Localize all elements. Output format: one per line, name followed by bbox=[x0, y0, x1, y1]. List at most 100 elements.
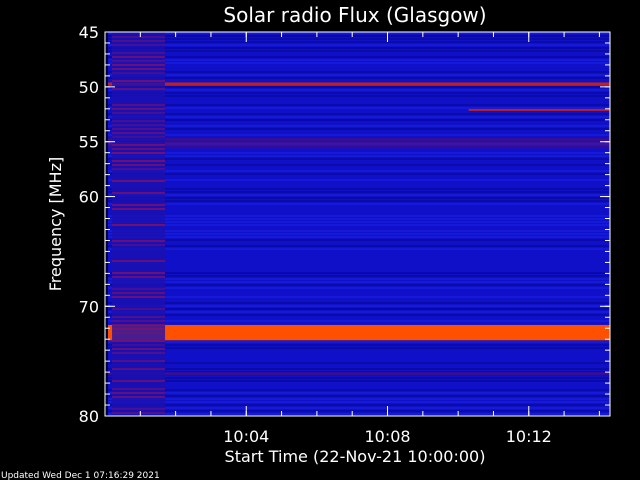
texture-stripe bbox=[105, 71, 610, 73]
noisy-region-stripe bbox=[112, 316, 166, 318]
noisy-region-stripe bbox=[112, 36, 166, 38]
band-dot bbox=[325, 82, 328, 86]
band-1 bbox=[105, 324, 610, 341]
texture-stripe bbox=[105, 287, 610, 289]
texture-stripe bbox=[105, 308, 610, 310]
noisy-region-stripe bbox=[112, 52, 166, 54]
band-dot bbox=[173, 82, 176, 86]
noisy-region-stripe bbox=[112, 296, 166, 298]
noisy-region-stripe bbox=[112, 360, 166, 362]
texture-stripe bbox=[105, 239, 610, 241]
noisy-region-stripe bbox=[112, 380, 166, 382]
band-dot bbox=[285, 82, 288, 86]
noisy-region-stripe bbox=[112, 64, 166, 66]
noisy-region-stripe bbox=[112, 208, 166, 210]
texture-stripe bbox=[105, 221, 610, 223]
texture-stripe bbox=[105, 284, 610, 286]
noisy-region-stripe bbox=[112, 272, 166, 274]
band-dot bbox=[277, 82, 280, 86]
noisy-region-stripe bbox=[112, 164, 166, 166]
texture-stripe bbox=[105, 218, 610, 220]
band-dot bbox=[357, 82, 360, 86]
band-dot bbox=[333, 82, 336, 86]
y-tick-label: 80 bbox=[79, 407, 99, 426]
texture-stripe bbox=[105, 89, 610, 91]
noisy-region-stripe bbox=[112, 112, 166, 114]
band-dot bbox=[413, 82, 416, 86]
noisy-region-stripe bbox=[112, 308, 166, 310]
texture-stripe bbox=[105, 311, 610, 313]
noisy-region bbox=[112, 32, 166, 416]
noisy-region-stripe bbox=[112, 204, 166, 206]
texture-stripe bbox=[105, 314, 610, 316]
texture-stripe bbox=[105, 44, 610, 46]
noisy-region-stripe bbox=[112, 224, 166, 226]
noisy-region-stripe bbox=[112, 72, 166, 74]
y-tick-label: 55 bbox=[79, 133, 99, 152]
band-dot bbox=[365, 82, 368, 86]
texture-stripe bbox=[105, 362, 610, 364]
texture-stripe bbox=[105, 341, 610, 343]
texture-stripe bbox=[105, 230, 610, 232]
noisy-region-stripe bbox=[112, 108, 166, 110]
band-dot bbox=[469, 82, 472, 86]
noisy-region-stripe bbox=[112, 160, 166, 162]
band-dot bbox=[477, 82, 480, 86]
noisy-region-stripe bbox=[112, 120, 166, 122]
texture-stripe bbox=[105, 281, 610, 283]
x-axis-label: Start Time (22-Nov-21 10:00:00) bbox=[225, 447, 486, 466]
texture-stripe bbox=[105, 347, 610, 349]
texture-stripe bbox=[105, 86, 610, 88]
texture-stripe bbox=[105, 410, 610, 412]
noisy-region-stripe bbox=[112, 388, 166, 390]
texture-stripe bbox=[105, 380, 610, 382]
noisy-region-stripe bbox=[112, 132, 166, 134]
noisy-region-stripe bbox=[112, 168, 166, 170]
texture-stripe bbox=[105, 377, 610, 379]
noisy-region-stripe bbox=[112, 68, 166, 70]
texture-stripe bbox=[105, 200, 610, 202]
band-dot bbox=[525, 82, 528, 86]
noisy-region-stripe bbox=[112, 44, 166, 46]
spectrogram-chart: Solar radio Flux (Glasgow) 455055607080 … bbox=[1, 3, 611, 480]
band-dot bbox=[461, 82, 464, 86]
texture-stripe bbox=[105, 188, 610, 190]
texture-stripe bbox=[105, 38, 610, 40]
band-dot bbox=[589, 82, 592, 86]
texture-stripe bbox=[105, 224, 610, 226]
texture-stripe bbox=[105, 134, 610, 136]
texture-stripe bbox=[105, 302, 610, 304]
band-dot bbox=[301, 82, 304, 86]
band-dot bbox=[245, 82, 248, 86]
band-dot bbox=[493, 82, 496, 86]
band-dot bbox=[221, 82, 224, 86]
texture-stripe bbox=[105, 401, 610, 403]
band-dot bbox=[485, 82, 488, 86]
band-dot bbox=[205, 82, 208, 86]
band-dot bbox=[421, 82, 424, 86]
band-dot bbox=[501, 82, 504, 86]
band-dot bbox=[381, 82, 384, 86]
noisy-region-stripe bbox=[112, 56, 166, 58]
noisy-region-stripe bbox=[112, 88, 166, 90]
texture-stripe bbox=[105, 125, 610, 127]
band-dot bbox=[557, 82, 560, 86]
y-tick-label: 70 bbox=[79, 297, 99, 316]
band-dot bbox=[237, 82, 240, 86]
noisy-region-stripe bbox=[112, 412, 166, 414]
band-dot bbox=[517, 82, 520, 86]
y-tick-label: 50 bbox=[79, 78, 99, 97]
texture-stripe bbox=[105, 77, 610, 79]
noisy-region-stripe bbox=[112, 124, 166, 126]
texture-stripe bbox=[105, 296, 610, 298]
noisy-region-stripe bbox=[112, 408, 166, 410]
texture-stripe bbox=[105, 305, 610, 307]
texture-stripe bbox=[105, 404, 610, 406]
band-dot bbox=[581, 82, 584, 86]
band-dot bbox=[165, 82, 168, 86]
y-tick-label: 60 bbox=[79, 188, 99, 207]
texture-stripe bbox=[105, 113, 610, 115]
band-dot bbox=[261, 82, 264, 86]
texture-stripe bbox=[105, 407, 610, 409]
texture-stripe bbox=[105, 248, 610, 250]
